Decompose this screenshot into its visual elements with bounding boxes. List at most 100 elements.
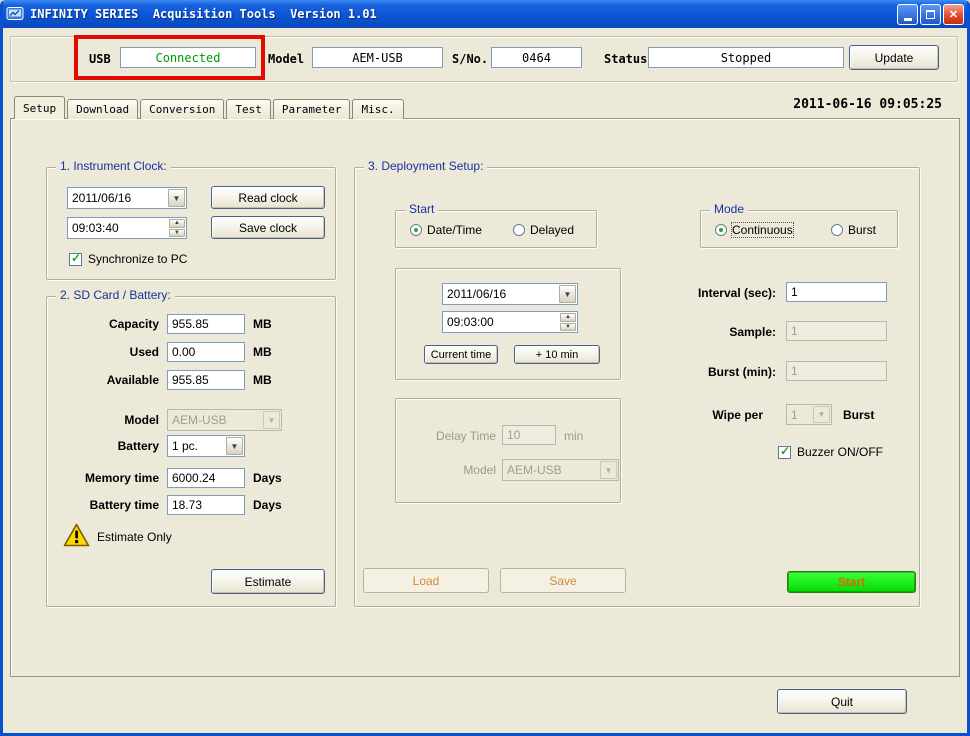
tab-parameter[interactable]: Parameter bbox=[273, 99, 351, 119]
used-label: Used bbox=[47, 345, 159, 359]
mode-frame-label: Mode bbox=[710, 202, 748, 216]
load-button[interactable]: Load bbox=[363, 568, 489, 593]
tab-download[interactable]: Download bbox=[67, 99, 138, 119]
deploy-time-spinner[interactable]: 09:03:00 ▲ ▼ bbox=[442, 311, 578, 333]
plus-ten-min-button[interactable]: + 10 min bbox=[514, 345, 600, 364]
estimate-button[interactable]: Estimate bbox=[211, 569, 325, 594]
tab-misc[interactable]: Misc. bbox=[352, 99, 403, 119]
burst-min-label: Burst (min): bbox=[595, 365, 776, 379]
clock-date-value: 2011/06/16 bbox=[68, 188, 167, 208]
radio-date-time-label: Date/Time bbox=[427, 223, 482, 237]
chevron-down-icon[interactable]: ▼ bbox=[559, 285, 576, 303]
serial-value[interactable]: 0464 bbox=[491, 47, 582, 68]
status-label: Status bbox=[604, 52, 647, 66]
memory-time-unit: Days bbox=[253, 471, 282, 485]
deployment-setup-title: 3. Deployment Setup: bbox=[364, 159, 487, 173]
available-field[interactable]: 955.85 bbox=[167, 370, 245, 390]
radio-icon bbox=[831, 224, 843, 236]
tab-conversion[interactable]: Conversion bbox=[140, 99, 224, 119]
battery-value: 1 pc. bbox=[168, 436, 225, 456]
maximize-button[interactable] bbox=[920, 4, 941, 25]
warning-icon bbox=[63, 523, 90, 552]
schedule-box: 2011/06/16 ▼ 09:03:00 ▲ ▼ Current time +… bbox=[395, 268, 621, 380]
status-value[interactable]: Stopped bbox=[648, 47, 844, 68]
delay-time-unit: min bbox=[564, 429, 583, 443]
sample-label: Sample: bbox=[595, 325, 776, 339]
save-clock-button[interactable]: Save clock bbox=[211, 216, 325, 239]
battery-select[interactable]: 1 pc. ▼ bbox=[167, 435, 245, 457]
battery-label: Battery bbox=[47, 439, 159, 453]
sd-model-value: AEM-USB bbox=[168, 410, 262, 430]
available-unit: MB bbox=[253, 373, 272, 387]
used-field[interactable]: 0.00 bbox=[167, 342, 245, 362]
interval-field[interactable]: 1 bbox=[786, 282, 887, 302]
delay-model-label: Model bbox=[396, 463, 496, 477]
radio-burst-label: Burst bbox=[848, 223, 876, 237]
serial-label: S/No. bbox=[452, 52, 488, 66]
sync-to-pc-checkbox[interactable]: Synchronize to PC bbox=[69, 252, 187, 266]
deploy-date-select[interactable]: 2011/06/16 ▼ bbox=[442, 283, 578, 305]
capacity-label: Capacity bbox=[47, 317, 159, 331]
tab-test[interactable]: Test bbox=[226, 99, 271, 119]
spin-up-icon[interactable]: ▲ bbox=[560, 313, 576, 322]
tab-setup[interactable]: Setup bbox=[14, 96, 65, 119]
clock-date-select[interactable]: 2011/06/16 ▼ bbox=[67, 187, 187, 209]
usb-status-value[interactable]: Connected bbox=[120, 47, 256, 68]
radio-icon bbox=[715, 224, 727, 236]
capacity-unit: MB bbox=[253, 317, 272, 331]
checkbox-icon bbox=[778, 446, 791, 459]
delay-box: Delay Time 10 min Model AEM-USB ▼ bbox=[395, 398, 621, 503]
start-mode-frame: Start Date/Time Delayed bbox=[395, 210, 597, 248]
delay-model-select: AEM-USB ▼ bbox=[502, 459, 619, 481]
sample-field: 1 bbox=[786, 321, 887, 341]
save-button[interactable]: Save bbox=[500, 568, 626, 593]
app-icon bbox=[6, 5, 24, 23]
radio-icon bbox=[410, 224, 422, 236]
delay-time-field: 10 bbox=[502, 425, 556, 445]
usb-label: USB bbox=[89, 52, 111, 66]
radio-icon bbox=[513, 224, 525, 236]
current-datetime: 2011-06-16 09:05:25 bbox=[793, 97, 942, 112]
close-icon[interactable]: ✕ bbox=[943, 4, 964, 25]
update-button[interactable]: Update bbox=[849, 45, 939, 70]
wipe-per-value: 1 bbox=[787, 405, 812, 424]
checkbox-icon bbox=[69, 253, 82, 266]
sd-card-battery-group: 2. SD Card / Battery: Capacity 955.85 MB… bbox=[46, 296, 336, 607]
chevron-down-icon[interactable]: ▼ bbox=[226, 437, 243, 455]
sync-to-pc-label: Synchronize to PC bbox=[88, 252, 187, 266]
buzzer-checkbox[interactable]: Buzzer ON/OFF bbox=[778, 445, 883, 459]
sd-card-battery-title: 2. SD Card / Battery: bbox=[56, 288, 175, 302]
chevron-down-icon: ▼ bbox=[263, 411, 280, 429]
radio-continuous[interactable]: Continuous bbox=[715, 223, 793, 237]
radio-delayed-label: Delayed bbox=[530, 223, 574, 237]
quit-button[interactable]: Quit bbox=[777, 689, 907, 714]
current-time-button[interactable]: Current time bbox=[424, 345, 498, 364]
instrument-clock-title: 1. Instrument Clock: bbox=[56, 159, 171, 173]
minimize-button[interactable] bbox=[897, 4, 918, 25]
spin-down-icon[interactable]: ▼ bbox=[169, 229, 185, 238]
window-title: INFINITY SERIES Acquisition Tools Versio… bbox=[30, 7, 897, 21]
capacity-field[interactable]: 955.85 bbox=[167, 314, 245, 334]
wipe-per-select: 1 ▼ bbox=[786, 404, 832, 425]
memory-time-field[interactable]: 6000.24 bbox=[167, 468, 245, 488]
radio-date-time[interactable]: Date/Time bbox=[410, 223, 482, 237]
titlebar: INFINITY SERIES Acquisition Tools Versio… bbox=[0, 0, 970, 28]
clock-time-spinner[interactable]: 09:03:40 ▲ ▼ bbox=[67, 217, 187, 239]
spin-down-icon[interactable]: ▼ bbox=[560, 323, 576, 332]
deploy-date-value: 2011/06/16 bbox=[443, 284, 558, 304]
chevron-down-icon: ▼ bbox=[600, 461, 617, 479]
radio-delayed[interactable]: Delayed bbox=[513, 223, 574, 237]
burst-min-field: 1 bbox=[786, 361, 887, 381]
interval-label: Interval (sec): bbox=[595, 286, 776, 300]
mode-frame: Mode Continuous Burst bbox=[700, 210, 898, 248]
model-value[interactable]: AEM-USB bbox=[312, 47, 443, 68]
available-label: Available bbox=[47, 373, 159, 387]
start-button[interactable]: Start bbox=[787, 571, 916, 593]
battery-time-field[interactable]: 18.73 bbox=[167, 495, 245, 515]
read-clock-button[interactable]: Read clock bbox=[211, 186, 325, 209]
radio-burst[interactable]: Burst bbox=[831, 223, 876, 237]
chevron-down-icon[interactable]: ▼ bbox=[168, 189, 185, 207]
buzzer-label: Buzzer ON/OFF bbox=[797, 445, 883, 459]
battery-time-unit: Days bbox=[253, 498, 282, 512]
spin-up-icon[interactable]: ▲ bbox=[169, 219, 185, 228]
